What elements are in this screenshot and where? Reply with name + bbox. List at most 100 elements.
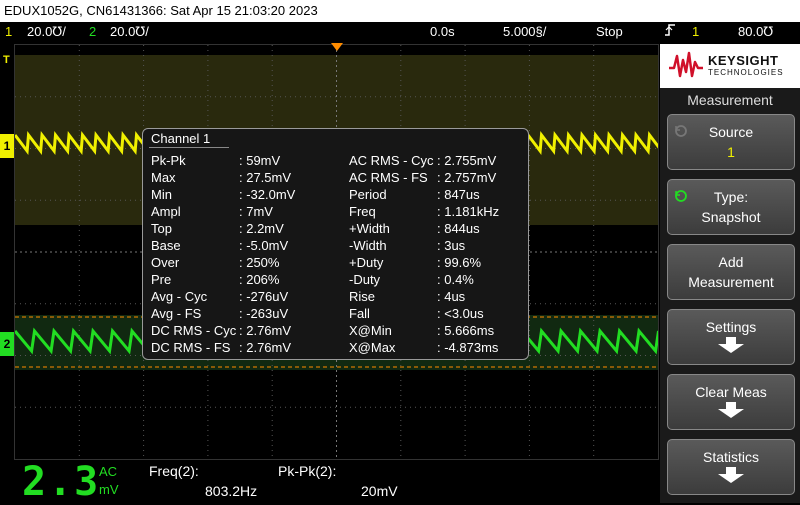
add-measurement-softkey[interactable]: Add Measurement [667,244,795,300]
type-label: Type: [713,189,749,205]
measurement-label: Base [151,238,181,253]
status-bar: 1 20.0℧/ 2 20.0℧/ 0.0s 5.000§/ Stop 1 80… [0,22,800,42]
dvm-ac-label: AC [99,464,118,479]
submenu-arrow-icon [718,337,744,353]
brand-sub: TECHNOLOGIES [708,68,784,77]
measurement-label: Pk-Pk [151,153,186,168]
ch2-scale[interactable]: 20.0℧/ [110,22,149,42]
time-scale[interactable]: 5.000§/ [503,22,546,42]
measurement-value: : 3us [437,238,466,253]
measurement-label: +Duty [349,255,384,270]
dvm-unit: mV [99,482,119,497]
ch2-number[interactable]: 2 [89,22,96,42]
measurement-label: DC RMS - FS [151,340,231,355]
trigger-source[interactable]: 1 [692,22,699,42]
clear-meas-softkey[interactable]: Clear Meas [667,374,795,430]
measurement-label: Ampl [151,204,181,219]
settings-softkey[interactable]: Settings [667,309,795,365]
measurement-value: : 59mV [239,153,281,168]
submenu-arrow-icon [718,402,744,418]
trigger-position-marker[interactable] [331,43,343,51]
measurement-value: : <3.0us [437,306,484,321]
measurement-value: : 99.6% [437,255,482,270]
submenu-arrow-icon [718,467,744,483]
trigger-rising-edge-icon [664,22,676,44]
measurement-value: : 2.76mV [239,323,292,338]
measurement-value: : 4us [437,289,466,304]
measurement-value: : -276uV [239,289,289,304]
time-position[interactable]: 0.0s [430,22,455,42]
measurement-label: X@Max [349,340,396,355]
measurement-label: -Duty [349,272,381,287]
measurement-label: Freq [349,204,376,219]
measurement-label: AC RMS - Cyc [349,153,434,168]
meas1-label[interactable]: Freq(2): [149,463,199,479]
keysight-wave-icon [669,51,703,78]
ch1-scale[interactable]: 20.0℧/ [27,22,66,42]
measurement-value: : 0.4% [437,272,474,287]
measurement-label: X@Min [349,323,392,338]
statistics-softkey[interactable]: Statistics [667,439,795,495]
type-value: Snapshot [701,209,761,225]
measurement-label: Over [151,255,180,270]
clear-meas-label: Clear Meas [695,384,767,400]
measurement-value: : -5.0mV [239,238,289,253]
measurement-value: : 1.181kHz [437,204,500,219]
meas1-value: 803.2Hz [205,483,258,499]
measurement-value: : 2.76mV [239,340,292,355]
measurement-value: : 2.2mV [239,221,284,236]
measurement-value: : 250% [239,255,280,270]
add-label: Add [718,254,744,270]
measurement-value: : 7mV [239,204,273,219]
brand-name: KEYSIGHT [708,53,779,68]
measurement-value: : -263uV [239,306,289,321]
menu-title: Measurement [687,92,773,108]
measurement-value: : 5.666ms [437,323,495,338]
measurement-value: : -4.873ms [437,340,499,355]
measurement-value: : 2.757mV [437,170,497,185]
measurement-label: Rise [349,289,376,304]
measurement-label: Max [151,170,176,185]
popup-header: Channel 1 [151,131,211,146]
trigger-level[interactable]: 80.0℧ [738,22,773,42]
type-softkey[interactable]: Type: Snapshot [667,179,795,235]
ch2-ground-marker[interactable]: 2 [0,332,14,356]
measurement-value: : 206% [239,272,280,287]
measurement-label: Pre [151,272,172,287]
title-bar: EDUX1052G, CN61431366: Sat Apr 15 21:03:… [0,0,800,22]
measurement-value: : 2.755mV [437,153,497,168]
meas2-label[interactable]: Pk-Pk(2): [278,463,336,479]
measurement-value: : -32.0mV [239,187,296,202]
measurement-label: Measurement [688,274,774,290]
measurement-label: Min [151,187,172,202]
measurement-label: Fall [349,306,370,321]
measurement-value: : 844us [437,221,480,236]
softkey-panel: KEYSIGHT TECHNOLOGIES Measurement Source… [660,44,800,503]
ch1-ground-marker[interactable]: 1 [0,134,14,158]
measurement-value: : 847us [437,187,480,202]
keysight-logo: KEYSIGHT TECHNOLOGIES [660,44,800,88]
header-divider [149,147,229,148]
measurement-label: DC RMS - Cyc [151,323,237,338]
source-softkey[interactable]: Source 1 [667,114,795,170]
measurement-label: Avg - Cyc [151,289,208,304]
window-title: EDUX1052G, CN61431366: Sat Apr 15 21:03:… [4,3,318,18]
measurement-value: : 27.5mV [239,170,292,185]
measurement-label: AC RMS - FS [349,170,428,185]
dvm-readout: 2.3 [22,459,101,505]
measurement-label: -Width [349,238,387,253]
ch1-number[interactable]: 1 [5,22,12,42]
source-label: Source [708,124,754,140]
measurement-label: Avg - FS [151,306,202,321]
meas2-value: 20mV [361,483,398,499]
measurement-label: +Width [349,221,390,236]
source-value: 1 [727,144,735,160]
measurement-popup: Channel 1 Pk-Pk : 59mV Max : 27.5mV Min : -32… [142,128,529,360]
dvm-mode: AC mV [99,463,119,499]
measurement-label: Period [349,187,387,202]
measurement-label: Top [151,221,172,236]
trigger-level-marker[interactable]: T [3,54,10,66]
run-state[interactable]: Stop [596,22,623,42]
statistics-label: Statistics [702,449,759,465]
settings-label: Settings [705,319,757,335]
